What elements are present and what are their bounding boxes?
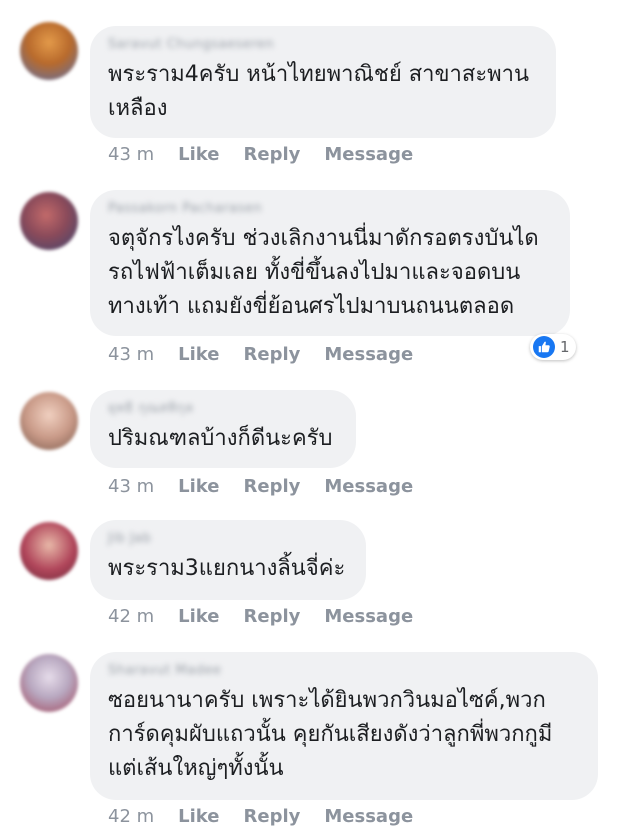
reaction-count: 1 — [560, 338, 570, 356]
comment-time[interactable]: 42 m — [108, 606, 154, 627]
comment-time[interactable]: 43 m — [108, 344, 154, 365]
like-button[interactable]: Like — [178, 606, 219, 627]
message-button[interactable]: Message — [324, 344, 413, 365]
thumbs-up-icon — [533, 336, 555, 358]
reply-button[interactable]: Reply — [244, 806, 301, 827]
comment-author[interactable]: Passakorn Pacharasen — [108, 200, 552, 218]
comment-text: ซอยนานาครับ เพราะได้ยินพวกวินมอไซค์,พวก … — [108, 688, 553, 781]
comment-bubble: Saravut Chungsaeseren พระราม4ครับ หน้าไท… — [90, 26, 556, 138]
comment-author[interactable]: Sharavut Madee — [108, 662, 580, 680]
message-button[interactable]: Message — [324, 606, 413, 627]
comment-time[interactable]: 43 m — [108, 144, 154, 165]
comment-actions: 42 m Like Reply Message — [108, 604, 437, 628]
avatar[interactable] — [20, 522, 78, 580]
comment-time[interactable]: 42 m — [108, 806, 154, 827]
reply-button[interactable]: Reply — [244, 606, 301, 627]
avatar[interactable] — [20, 192, 78, 250]
like-button[interactable]: Like — [178, 476, 219, 497]
comment-text: ปริมณฑลบ้างก็ดีนะครับ — [108, 426, 333, 451]
like-button[interactable]: Like — [178, 144, 219, 165]
comment-actions: 43 m Like Reply Message — [108, 142, 437, 166]
comment-time[interactable]: 43 m — [108, 476, 154, 497]
avatar[interactable] — [20, 392, 78, 450]
comment-author[interactable]: ยุทธิ กุณสทิกุล — [108, 400, 338, 418]
like-button[interactable]: Like — [178, 806, 219, 827]
comment-author[interactable]: Saravut Chungsaeseren — [108, 36, 538, 54]
comment-bubble: Sharavut Madee ซอยนานาครับ เพราะได้ยินพว… — [90, 652, 598, 800]
avatar[interactable] — [20, 22, 78, 80]
comment-text: พระราม4ครับ หน้าไทยพาณิชย์ สาขาสะพาน เหล… — [108, 62, 530, 121]
reply-button[interactable]: Reply — [244, 344, 301, 365]
avatar[interactable] — [20, 654, 78, 712]
comment-actions: 43 m Like Reply Message — [108, 342, 437, 366]
comment-actions: 42 m Like Reply Message — [108, 804, 437, 828]
comment-text: พระราม3แยกนางลิ้นจี่ค่ะ — [108, 556, 346, 581]
like-button[interactable]: Like — [178, 344, 219, 365]
reply-button[interactable]: Reply — [244, 476, 301, 497]
comment-bubble: Passakorn Pacharasen จตุจักรไงครับ ช่วงเ… — [90, 190, 570, 336]
reply-button[interactable]: Reply — [244, 144, 301, 165]
message-button[interactable]: Message — [324, 806, 413, 827]
comment-bubble: ยุทธิ กุณสทิกุล ปริมณฑลบ้างก็ดีนะครับ — [90, 390, 356, 468]
message-button[interactable]: Message — [324, 476, 413, 497]
comment-author[interactable]: Jib Jab — [108, 530, 348, 548]
comment-bubble: Jib Jab พระราม3แยกนางลิ้นจี่ค่ะ — [90, 520, 366, 600]
message-button[interactable]: Message — [324, 144, 413, 165]
comment-text: จตุจักรไงครับ ช่วงเลิกงานนี่มาดักรอตรงบั… — [108, 226, 539, 319]
reaction-badge[interactable]: 1 — [530, 334, 576, 360]
comment-actions: 43 m Like Reply Message — [108, 474, 437, 498]
